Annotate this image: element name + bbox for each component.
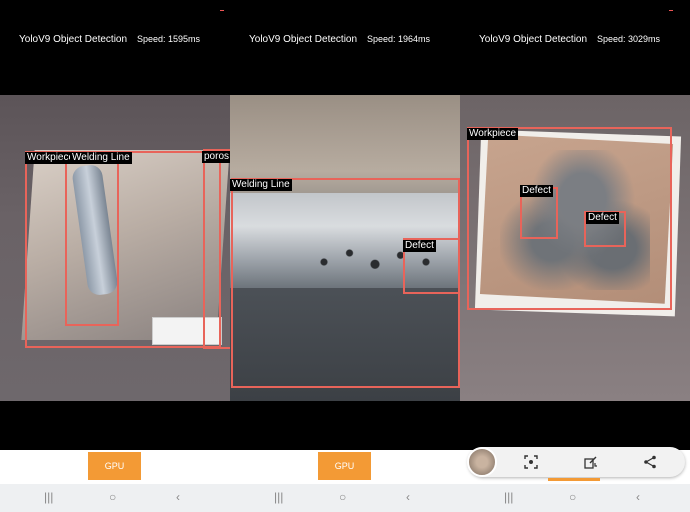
welding-line-label: Welding Line xyxy=(70,152,132,164)
porosity-box xyxy=(203,149,230,349)
workpiece-box xyxy=(467,127,672,310)
defect-label: Defect xyxy=(403,240,436,252)
home-button[interactable]: ○ xyxy=(569,490,576,504)
gpu-button[interactable]: GPU xyxy=(318,452,371,480)
home-button[interactable]: ○ xyxy=(339,490,346,504)
defect-label-2: Defect xyxy=(586,212,619,224)
detection-panel-3: YoloV9 Object Detection Speed: 3029ms Wo… xyxy=(460,0,690,512)
recents-button[interactable]: ||| xyxy=(274,490,283,504)
speed-readout: Speed: 1595ms xyxy=(137,34,201,44)
defect-label-1: Defect xyxy=(520,185,553,197)
speed-readout: Speed: 3029ms xyxy=(597,34,661,44)
recents-button[interactable]: ||| xyxy=(44,490,53,504)
camera-view: Workpiece Defect Defect xyxy=(460,95,690,401)
app-title: YoloV9 Object Detection xyxy=(19,34,128,45)
home-button[interactable]: ○ xyxy=(109,490,116,504)
camera-view: Welding Line Defect xyxy=(230,95,460,401)
nav-bar: ||| ○ ‹ xyxy=(460,484,690,512)
back-button[interactable]: ‹ xyxy=(406,490,410,504)
nav-bar: ||| ○ ‹ xyxy=(0,484,230,512)
thumbnail-icon[interactable] xyxy=(467,447,497,477)
nav-bar: ||| ○ ‹ xyxy=(230,484,460,512)
welding-line-box xyxy=(65,161,119,326)
workpiece-label: Workpiece xyxy=(467,128,519,140)
share-icon[interactable] xyxy=(643,455,657,472)
recents-button[interactable]: ||| xyxy=(504,490,513,504)
back-button[interactable]: ‹ xyxy=(176,490,180,504)
camera-view: Workpiece Welding Line poros xyxy=(0,95,230,401)
welding-line-label: Welding Line xyxy=(230,179,292,191)
edit-icon[interactable] xyxy=(584,455,598,472)
app-title: YoloV9 Object Detection xyxy=(249,34,358,45)
workpiece-box xyxy=(25,151,221,348)
back-button[interactable]: ‹ xyxy=(636,490,640,504)
detection-panel-2: YoloV9 Object Detection Speed: 1964ms We… xyxy=(230,0,460,512)
scan-text-icon[interactable] xyxy=(524,455,538,472)
status-indicator xyxy=(669,10,673,11)
status-indicator xyxy=(220,10,224,11)
speed-readout: Speed: 1964ms xyxy=(367,34,431,44)
porosity-label: poros xyxy=(202,151,230,163)
toolbar-active-indicator xyxy=(548,478,600,481)
app-title: YoloV9 Object Detection xyxy=(479,34,588,45)
gpu-button[interactable]: GPU xyxy=(88,452,141,480)
workpiece-label: Workpiece xyxy=(25,152,77,164)
detection-panel-1: YoloV9 Object Detection Speed: 1595ms Wo… xyxy=(0,0,230,512)
